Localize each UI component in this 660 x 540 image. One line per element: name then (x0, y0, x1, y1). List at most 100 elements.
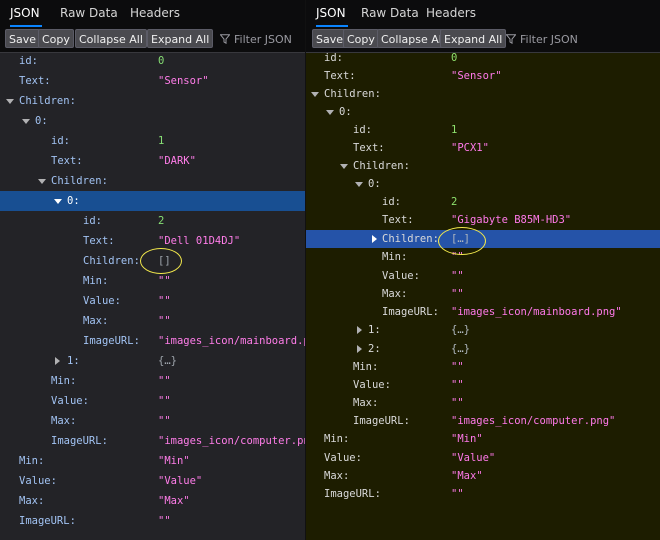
tree-row[interactable]: 1: {…} (306, 321, 660, 339)
collapsed-arrow-icon[interactable] (357, 326, 362, 334)
collapsed-arrow-icon[interactable] (357, 345, 362, 353)
tree-row[interactable]: Children: (306, 85, 660, 103)
tree-row[interactable]: Value: "Value" (306, 449, 660, 467)
json-value: "" (451, 397, 464, 409)
tree-row[interactable]: ImageURL: "images_icon/mainboard.png" (0, 331, 305, 351)
selected-tree-row[interactable]: 0: (0, 191, 305, 211)
expand-arrow-icon[interactable] (38, 179, 46, 184)
tree-row[interactable]: Min: "Min" (0, 451, 305, 471)
tab-headers[interactable]: Headers (426, 0, 476, 27)
tree-row[interactable]: Children: (306, 157, 660, 175)
json-value: "" (451, 379, 464, 391)
tree-row[interactable]: Max: "" (0, 411, 305, 431)
filter-json-input[interactable]: Filter JSON (506, 30, 578, 49)
save-button[interactable]: Save (5, 29, 41, 48)
json-key: Children: (324, 88, 381, 100)
json-key: 2: (368, 343, 381, 355)
json-key: Children: (83, 255, 140, 267)
copy-button[interactable]: Copy (343, 29, 379, 48)
tree-row[interactable]: id: 1 (0, 131, 305, 151)
json-value: "Min" (451, 433, 483, 445)
tree-row[interactable]: id: 2 (306, 193, 660, 211)
tree-row[interactable]: Value: "Value" (0, 471, 305, 491)
tree-row[interactable]: Min: "Min" (306, 430, 660, 448)
tree-row[interactable]: Text: "Sensor" (0, 71, 305, 91)
json-value: "" (158, 395, 171, 407)
tree-row[interactable]: Value: "" (0, 291, 305, 311)
tree-row[interactable]: Text: "PCX1" (306, 139, 660, 157)
json-key: 0: (339, 106, 352, 118)
collapsed-arrow-icon[interactable] (55, 357, 60, 365)
json-key: 0: (368, 178, 381, 190)
copy-button[interactable]: Copy (38, 29, 74, 48)
tree-row[interactable]: Children: (0, 91, 305, 111)
tree-row[interactable]: ImageURL: "" (306, 485, 660, 503)
tree-row[interactable]: Min: "" (306, 248, 660, 266)
tree-row[interactable]: Max: "Max" (306, 467, 660, 485)
expand-arrow-icon[interactable] (22, 119, 30, 124)
expand-arrow-icon[interactable] (54, 199, 62, 204)
tree-row[interactable]: Value: "" (306, 267, 660, 285)
tree-row[interactable]: ImageURL: "images_icon/computer.png" (0, 431, 305, 451)
tree-row[interactable]: ImageURL: "images_icon/computer.png" (306, 412, 660, 430)
tab-label: Raw Data (60, 6, 118, 20)
expand-arrow-icon[interactable] (340, 164, 348, 169)
json-key: id: (353, 124, 372, 136)
tree-row[interactable]: Text: "Sensor" (306, 67, 660, 85)
json-key: Text: (83, 235, 115, 247)
filter-placeholder: Filter JSON (520, 33, 578, 46)
expand-all-button[interactable]: Expand All (440, 29, 507, 48)
tree-row[interactable]: Max: "" (306, 285, 660, 303)
json-value: {…} (158, 355, 177, 367)
collapse-all-button[interactable]: Collapse All (75, 29, 147, 48)
tree-row[interactable]: 0: (306, 103, 660, 121)
json-key: Min: (83, 275, 109, 287)
json-value: "Sensor" (158, 75, 209, 87)
expand-arrow-icon[interactable] (355, 182, 363, 187)
tree-row[interactable]: id: 2 (0, 211, 305, 231)
tree-row[interactable]: 0: (0, 111, 305, 131)
tree-row[interactable]: Min: "" (0, 371, 305, 391)
json-value: {…} (451, 324, 470, 336)
json-key: Value: (353, 379, 391, 391)
tab-json[interactable]: JSON (316, 0, 348, 27)
tab-label: Headers (426, 6, 476, 20)
save-button[interactable]: Save (312, 29, 348, 48)
tree-row[interactable]: Children: (0, 171, 305, 191)
tree-row[interactable]: Max: "Max" (0, 491, 305, 511)
tree-row[interactable]: Text: "DARK" (0, 151, 305, 171)
tree-row[interactable]: Text: "Gigabyte B85M-HD3" (306, 211, 660, 229)
tree-row[interactable]: Max: "" (0, 311, 305, 331)
tree-row[interactable]: id: 0 (306, 49, 660, 67)
json-key: Min: (51, 375, 77, 387)
tree-row[interactable]: Min: "" (0, 271, 305, 291)
expand-arrow-icon[interactable] (6, 99, 14, 104)
tree-row[interactable]: Value: "" (306, 376, 660, 394)
left-json-viewer: JSON Raw Data Headers Save Copy Collapse… (0, 0, 305, 540)
tree-row[interactable]: 1: {…} (0, 351, 305, 371)
tree-row[interactable]: 0: (306, 175, 660, 193)
tab-raw-data[interactable]: Raw Data (60, 0, 118, 27)
collapsed-arrow-icon[interactable] (372, 235, 377, 243)
tree-row[interactable]: Min: "" (306, 358, 660, 376)
json-value: "" (158, 275, 171, 287)
tree-row[interactable]: ImageURL: "" (0, 511, 305, 531)
json-key: Value: (324, 452, 362, 464)
tree-row[interactable]: Value: "" (0, 391, 305, 411)
tab-raw-data[interactable]: Raw Data (361, 0, 419, 27)
tree-row[interactable]: id: 0 (0, 51, 305, 71)
tab-headers[interactable]: Headers (130, 0, 180, 27)
json-value: "" (158, 315, 171, 327)
json-key: ImageURL: (83, 335, 140, 347)
json-value: "Sensor" (451, 70, 502, 82)
expand-all-button[interactable]: Expand All (147, 29, 214, 48)
tree-row[interactable]: 2: {…} (306, 340, 660, 358)
expand-arrow-icon[interactable] (326, 110, 334, 115)
tab-json[interactable]: JSON (10, 0, 42, 27)
expand-arrow-icon[interactable] (311, 92, 319, 97)
collapse-all-button[interactable]: Collapse All (377, 29, 449, 48)
filter-json-input[interactable]: Filter JSON (220, 30, 292, 49)
tree-row[interactable]: ImageURL: "images_icon/mainboard.png" (306, 303, 660, 321)
tree-row[interactable]: Max: "" (306, 394, 660, 412)
tree-row[interactable]: id: 1 (306, 121, 660, 139)
